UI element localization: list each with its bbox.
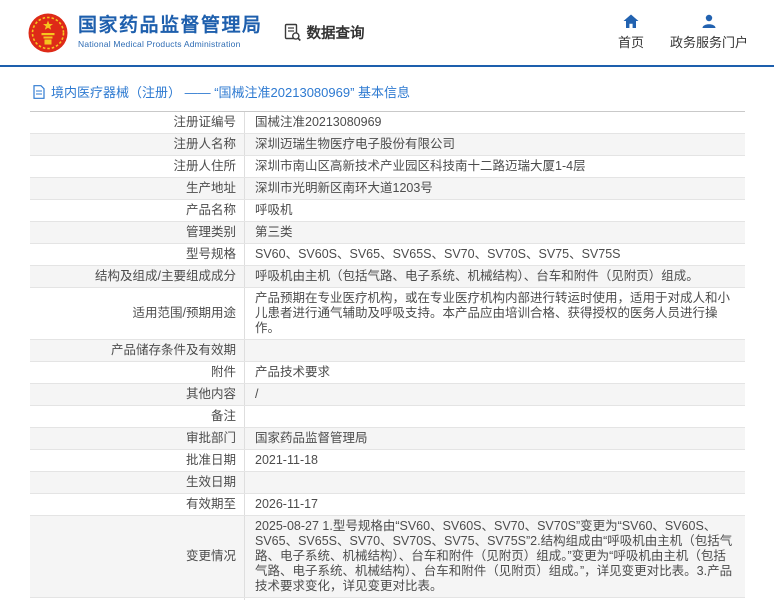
row-value: 呼吸机 bbox=[245, 200, 745, 221]
header-nav: 首页 政务服务门户 bbox=[618, 14, 748, 51]
table-row: 其他内容 / bbox=[30, 384, 745, 406]
row-label: 变更情况 bbox=[30, 516, 245, 597]
row-value: 2026-11-17 bbox=[245, 494, 745, 515]
row-label-text: 适用范围/预期用途 bbox=[133, 306, 236, 321]
table-row: 产品储存条件及有效期 bbox=[30, 340, 745, 362]
table-row: 注册人住所深圳市南山区高新技术产业园区科技南十二路迈瑞大厦1-4层 bbox=[30, 156, 745, 178]
row-label-text: 注册人名称 bbox=[173, 137, 236, 152]
row-label: 备注 bbox=[30, 406, 245, 427]
table-row: 管理类别第三类 bbox=[30, 222, 745, 244]
row-label-text: 批准日期 bbox=[186, 453, 236, 468]
table-row: 产品名称呼吸机 bbox=[30, 200, 745, 222]
row-label: 附件 bbox=[30, 362, 245, 383]
document-icon bbox=[33, 85, 45, 99]
breadcrumb: 境内医疗器械（注册） —— “国械注准20213080969” 基本信息 bbox=[33, 82, 774, 101]
table-row: 型号规格 SV60、SV60S、SV65、SV65S、SV70、SV70S、SV7… bbox=[30, 244, 745, 266]
row-label-text: 备注 bbox=[211, 409, 236, 424]
table-row: 审批部门国家药品监督管理局 bbox=[30, 428, 745, 450]
row-label-text: 审批部门 bbox=[186, 431, 236, 446]
row-label: 结构及组成/主要组成成分 bbox=[30, 266, 245, 287]
table-row: 变更情况 2025-08-27 1.型号规格由“SV60、SV60S、SV70、S… bbox=[30, 516, 745, 598]
home-icon bbox=[623, 14, 639, 29]
row-value: 国械注准20213080969 bbox=[245, 112, 745, 133]
data-query-icon bbox=[283, 23, 302, 42]
table-row: 注册证编号国械注准20213080969 bbox=[30, 112, 745, 134]
row-label-text: 有效期至 bbox=[186, 497, 236, 512]
nav-home[interactable]: 首页 bbox=[618, 14, 644, 51]
row-value: 深圳市南山区高新技术产业园区科技南十二路迈瑞大厦1-4层 bbox=[245, 156, 745, 177]
row-value: / bbox=[245, 384, 745, 405]
row-label-text: 生效日期 bbox=[186, 475, 236, 490]
nav-portal[interactable]: 政务服务门户 bbox=[670, 14, 748, 51]
row-label: 批准日期 bbox=[30, 450, 245, 471]
data-query-button[interactable]: 数据查询 bbox=[283, 22, 365, 43]
row-label: 管理类别 bbox=[30, 222, 245, 243]
site-brand: 国家药品监督管理局 National Medical Products Admi… bbox=[28, 13, 263, 53]
table-row: 结构及组成/主要组成成分呼吸机由主机（包括气路、电子系统、机械结构）、台车和附件… bbox=[30, 266, 745, 288]
row-label-text: 产品名称 bbox=[186, 203, 236, 218]
row-value: 呼吸机由主机（包括气路、电子系统、机械结构）、台车和附件（见附页）组成。 bbox=[245, 266, 745, 287]
row-label: 适用范围/预期用途 bbox=[30, 288, 245, 339]
row-value: 产品预期在专业医疗机构，或在专业医疗机构内部进行转运时使用，适用于对成人和小儿患… bbox=[245, 288, 745, 339]
brand-text: 国家药品监督管理局 National Medical Products Admi… bbox=[78, 16, 263, 49]
row-label: 产品名称 bbox=[30, 200, 245, 221]
row-label-text: 管理类别 bbox=[186, 225, 236, 240]
row-label: 注册人住所 bbox=[30, 156, 245, 177]
row-label: 生效日期 bbox=[30, 472, 245, 493]
row-label: 审批部门 bbox=[30, 428, 245, 449]
row-label: 型号规格 bbox=[30, 244, 245, 265]
row-value: SV60、SV60S、SV65、SV65S、SV70、SV70S、SV75、SV… bbox=[245, 244, 745, 265]
row-value bbox=[245, 472, 745, 493]
table-row: 注册人名称深圳迈瑞生物医疗电子股份有限公司 bbox=[30, 134, 745, 156]
row-label-text: 产品储存条件及有效期 bbox=[111, 343, 236, 358]
row-value: 第三类 bbox=[245, 222, 745, 243]
table-row: 有效期至 2026-11-17 bbox=[30, 494, 745, 516]
row-value: 国家药品监督管理局 bbox=[245, 428, 745, 449]
row-value: 深圳市光明新区南环大道1203号 bbox=[245, 178, 745, 199]
site-header: 国家药品监督管理局 National Medical Products Admi… bbox=[0, 0, 774, 67]
table-row: 备注 bbox=[30, 406, 745, 428]
row-label-text: 注册人住所 bbox=[173, 159, 236, 174]
row-label-text: 其他内容 bbox=[186, 387, 236, 402]
row-label-text: 附件 bbox=[211, 365, 236, 380]
row-value: 深圳迈瑞生物医疗电子股份有限公司 bbox=[245, 134, 745, 155]
nav-home-label: 首页 bbox=[618, 32, 644, 51]
org-name-cn: 国家药品监督管理局 bbox=[78, 16, 263, 37]
table-row: 生效日期 bbox=[30, 472, 745, 494]
row-label-text: 生产地址 bbox=[186, 181, 236, 196]
data-query-label: 数据查询 bbox=[307, 22, 365, 43]
info-table: 注册证编号国械注准20213080969注册人名称深圳迈瑞生物医疗电子股份有限公… bbox=[30, 111, 745, 600]
table-row: 附件产品技术要求 bbox=[30, 362, 745, 384]
row-label-text: 型号规格 bbox=[186, 247, 236, 262]
row-label-text: 结构及组成/主要组成成分 bbox=[95, 269, 236, 284]
user-icon bbox=[701, 14, 717, 29]
breadcrumb-text: 境内医疗器械（注册） —— “国械注准20213080969” 基本信息 bbox=[51, 82, 410, 101]
row-label-text: 变更情况 bbox=[186, 549, 236, 564]
row-label: 注册证编号 bbox=[30, 112, 245, 133]
row-label: 产品储存条件及有效期 bbox=[30, 340, 245, 361]
nav-portal-label: 政务服务门户 bbox=[670, 32, 748, 51]
row-label: 有效期至 bbox=[30, 494, 245, 515]
org-name-en: National Medical Products Administration bbox=[78, 40, 263, 49]
row-value: 2021-11-18 bbox=[245, 450, 745, 471]
row-label: 生产地址 bbox=[30, 178, 245, 199]
table-row: 适用范围/预期用途产品预期在专业医疗机构，或在专业医疗机构内部进行转运时使用，适… bbox=[30, 288, 745, 340]
row-value: 2025-08-27 1.型号规格由“SV60、SV60S、SV70、SV70S… bbox=[245, 516, 745, 597]
row-value bbox=[245, 340, 745, 361]
row-value: 产品技术要求 bbox=[245, 362, 745, 383]
table-row: 批准日期 2021-11-18 bbox=[30, 450, 745, 472]
table-row: 生产地址深圳市光明新区南环大道1203号 bbox=[30, 178, 745, 200]
row-label-text: 注册证编号 bbox=[173, 115, 236, 130]
nmpa-emblem-icon bbox=[28, 13, 68, 53]
row-value bbox=[245, 406, 745, 427]
row-label: 注册人名称 bbox=[30, 134, 245, 155]
row-label: 其他内容 bbox=[30, 384, 245, 405]
